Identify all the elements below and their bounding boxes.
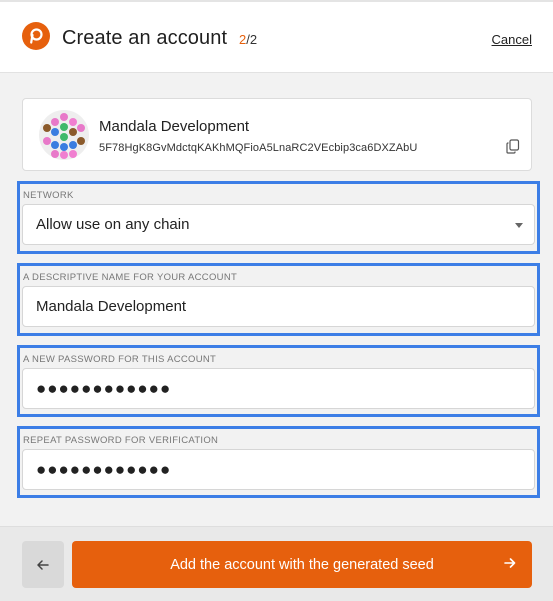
password-input[interactable]: ●●●●●●●●●●●● [22,368,535,409]
step-indicator: 2/2 [239,32,257,47]
account-name: Mandala Development [99,118,250,135]
account-card: Mandala Development 5F78HgK8GvMdctqKAKhM… [22,98,532,171]
account-name-field: A DESCRIPTIVE NAME FOR YOUR ACCOUNT Mand… [17,263,540,336]
dropdown-arrow-icon [515,223,523,228]
cancel-link[interactable]: Cancel [492,32,532,47]
add-account-button[interactable]: Add the account with the generated seed [72,541,532,588]
repeat-password-input[interactable]: ●●●●●●●●●●●● [22,449,535,490]
account-name-label: A DESCRIPTIVE NAME FOR YOUR ACCOUNT [23,272,238,283]
account-address: 5F78HgK8GvMdctqKAKhMQFioA5LnaRC2VEcbip3c… [99,142,418,154]
network-label: NETWORK [23,190,74,201]
network-select-value: Allow use on any chain [36,216,190,233]
footer: Add the account with the generated seed [0,526,553,601]
step-total: /2 [246,32,258,47]
password-label: A NEW PASSWORD FOR THIS ACCOUNT [23,354,217,365]
arrow-left-icon [37,559,49,570]
arrow-right-icon [504,558,516,568]
copy-icon[interactable] [506,139,520,154]
account-name-input[interactable]: Mandala Development [22,286,535,327]
repeat-password-label: REPEAT PASSWORD FOR VERIFICATION [23,435,219,446]
polkadot-logo-icon [22,22,50,50]
identicon-avatar [39,110,89,160]
network-select[interactable]: Allow use on any chain [22,204,535,245]
add-account-button-label: Add the account with the generated seed [170,556,434,573]
repeat-password-field: REPEAT PASSWORD FOR VERIFICATION ●●●●●●●… [17,426,540,498]
password-field: A NEW PASSWORD FOR THIS ACCOUNT ●●●●●●●●… [17,345,540,417]
page-title: Create an account [62,27,228,49]
back-button[interactable] [22,541,64,588]
network-field: NETWORK Allow use on any chain [17,181,540,254]
header: Create an account 2/2 Cancel [0,2,553,73]
